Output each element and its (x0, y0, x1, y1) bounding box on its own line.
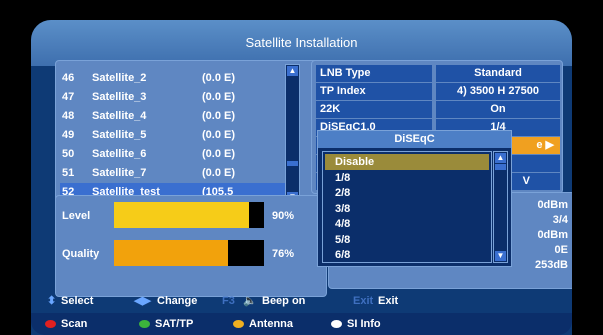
help-change: Change (157, 295, 198, 307)
detail-value: 3/4 (552, 214, 568, 226)
detail-value: 0dBm (537, 229, 568, 241)
white-dot-icon (331, 320, 342, 329)
satellite-number: 50 (62, 148, 75, 160)
satellite-number: 48 (62, 110, 75, 122)
satellite-list: 46 Satellite_2 (0.0 E) 47 Satellite_3 (0… (55, 60, 337, 208)
detail-value: 0E (554, 244, 568, 256)
diseqc-option[interactable]: 1/8 (325, 170, 489, 186)
param-tp-index[interactable]: TP Index 4) 3500 H 27500 (312, 83, 562, 101)
help-exit: Exit (378, 295, 399, 307)
level-label: Level (62, 210, 91, 222)
diseqc-option-selected[interactable]: Disable (325, 154, 489, 170)
quality-bar-fill (114, 240, 228, 266)
quality-bar (114, 240, 264, 266)
diseqc-option[interactable]: 3/8 (325, 201, 489, 217)
satellite-position: (0.0 E) (202, 129, 236, 141)
detail-value: 253dB (534, 259, 568, 271)
diseqc-option-list: Disable 1/8 2/8 3/8 4/8 5/8 6/8 (322, 151, 492, 263)
satellite-name: Satellite_5 (92, 129, 147, 141)
green-dot-icon (139, 320, 150, 329)
level-bar (114, 202, 264, 228)
siinfo-label: SI Info (347, 318, 381, 330)
satellite-position: (0.0 E) (202, 91, 236, 103)
speaker-icon: 🔈 (243, 295, 257, 307)
red-key[interactable]: Scan (45, 313, 87, 335)
help-beep: Beep on (262, 295, 306, 307)
help-bar: ⬍ Select ◀▶ Change F3 🔈 Beep on Exit Exi… (31, 290, 572, 312)
green-key[interactable]: SAT/TP (139, 313, 193, 335)
param-value: Standard (436, 65, 560, 82)
satellite-position: (0.0 E) (202, 167, 236, 179)
satellite-number: 46 (62, 72, 75, 84)
satellite-list-scrollbar[interactable]: ▲ ▼ (285, 64, 300, 204)
param-lnb-type[interactable]: LNB Type Standard (312, 65, 562, 83)
diseqc-option[interactable]: 6/8 (325, 247, 489, 263)
help-f3-key: F3 (222, 295, 235, 307)
scroll-up-icon[interactable]: ▲ (495, 153, 506, 163)
satellite-name: Satellite_7 (92, 167, 147, 179)
scroll-thumb[interactable] (287, 161, 298, 166)
satellite-number: 51 (62, 167, 75, 179)
satellite-name: Satellite_2 (92, 72, 147, 84)
scroll-up-icon[interactable]: ▲ (287, 66, 298, 76)
signal-panel: Level 90% Quality 76% (55, 195, 327, 297)
detail-value: 0dBm (537, 199, 568, 211)
level-percent: 90% (272, 210, 295, 222)
antenna-label: Antenna (249, 318, 293, 330)
diseqc-option[interactable]: 4/8 (325, 216, 489, 232)
popup-scrollbar[interactable]: ▲ ▼ (493, 151, 508, 263)
param-value: On (436, 101, 560, 118)
param-value: 4) 3500 H 27500 (436, 83, 560, 100)
satellite-position: (0.0 E) (202, 72, 236, 84)
scroll-down-icon[interactable]: ▼ (495, 251, 506, 261)
help-select: Select (61, 295, 94, 307)
satellite-number: 47 (62, 91, 75, 103)
diseqc-option[interactable]: 2/8 (325, 185, 489, 201)
quality-label: Quality (62, 248, 100, 260)
satellite-position: (0.0 E) (202, 110, 236, 122)
updown-arrow-icon: ⬍ (47, 295, 57, 307)
level-bar-fill (114, 202, 249, 228)
color-key-bar: Scan SAT/TP Antenna SI Info (31, 313, 572, 335)
help-exit-key: Exit (353, 295, 374, 307)
popup-title: DiSEqC (318, 131, 511, 148)
param-label: LNB Type (316, 65, 432, 82)
leftright-arrow-icon: ◀▶ (134, 295, 151, 307)
sattp-label: SAT/TP (155, 318, 194, 330)
yellow-key[interactable]: Antenna (233, 313, 293, 335)
satellite-name: Satellite_4 (92, 110, 147, 122)
satellite-name: Satellite_3 (92, 91, 147, 103)
param-label: 22K (316, 101, 432, 118)
param-22k[interactable]: 22K On (312, 101, 562, 119)
satellite-position: (0.0 E) (202, 148, 236, 160)
param-label: TP Index (316, 83, 432, 100)
yellow-dot-icon (233, 320, 244, 329)
diseqc-popup: DiSEqC Disable 1/8 2/8 3/8 4/8 5/8 6/8 ▲… (317, 130, 512, 267)
scroll-thumb[interactable] (495, 164, 506, 170)
red-dot-icon (45, 320, 56, 329)
diseqc-option[interactable]: 5/8 (325, 232, 489, 248)
satellite-name: Satellite_6 (92, 148, 147, 160)
white-key[interactable]: SI Info (331, 313, 381, 335)
satellite-number: 49 (62, 129, 75, 141)
quality-percent: 76% (272, 248, 295, 260)
scan-label: Scan (61, 318, 88, 330)
